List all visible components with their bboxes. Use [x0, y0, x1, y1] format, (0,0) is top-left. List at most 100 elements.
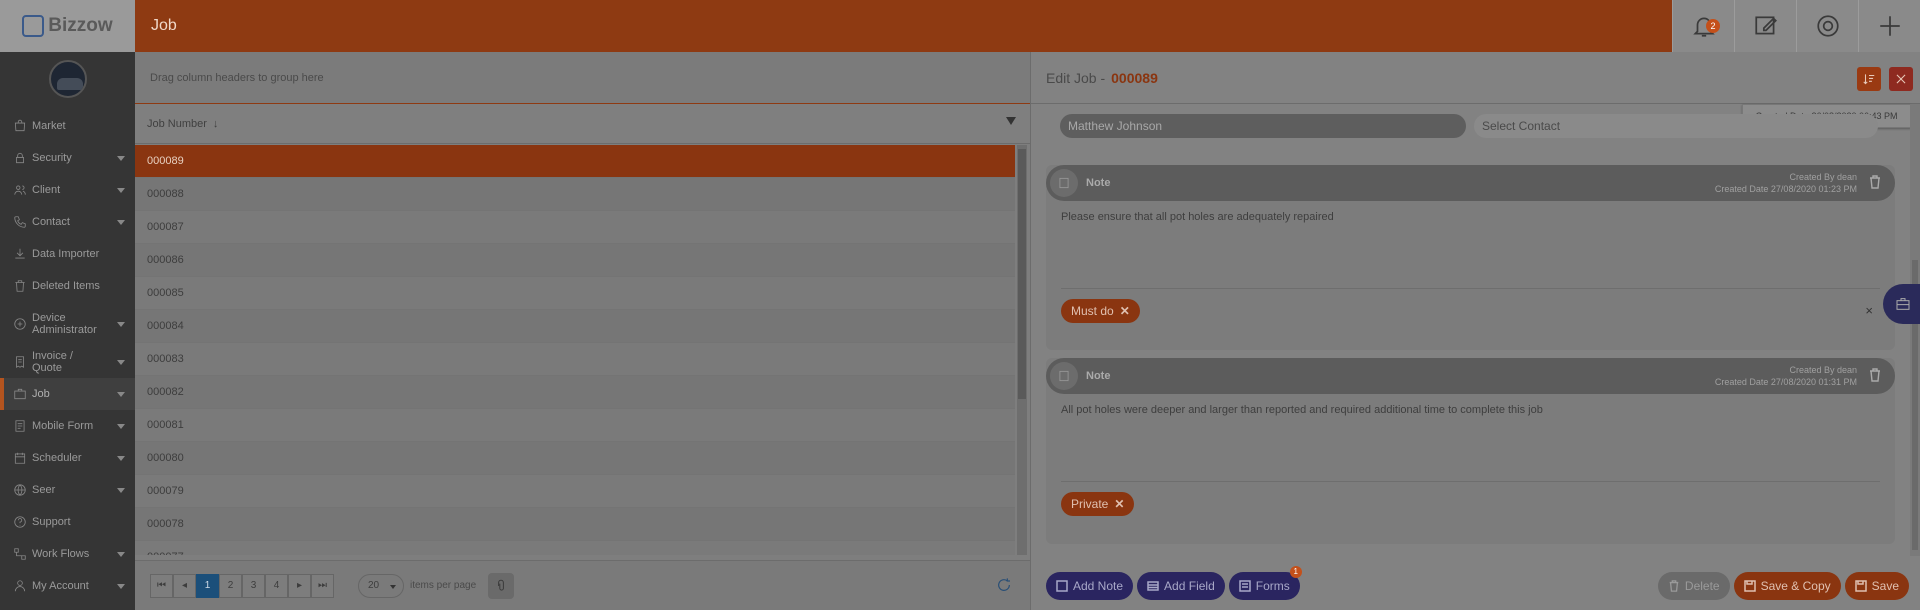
sidebar-item-seer[interactable]: Seer: [0, 474, 135, 506]
table-row[interactable]: 000084: [135, 310, 1015, 343]
table-row[interactable]: 000080: [135, 442, 1015, 475]
note-checkbox[interactable]: [1050, 362, 1078, 390]
sidebar-item-security[interactable]: Security: [0, 142, 135, 174]
remove-tag-icon[interactable]: ✕: [1120, 299, 1130, 323]
note-icon: [1059, 370, 1069, 382]
sidebar-item-mobile-form[interactable]: Mobile Form: [0, 410, 135, 442]
note-tags: Private ✕: [1046, 482, 1895, 526]
grid-scrollbar[interactable]: [1017, 145, 1027, 555]
sort-button[interactable]: [1857, 67, 1881, 91]
sidebar-item-job[interactable]: Job: [0, 378, 135, 410]
page-size-select[interactable]: 20: [358, 573, 404, 598]
chevron-down-icon[interactable]: [117, 456, 125, 461]
page-button[interactable]: 1: [196, 573, 219, 598]
page-button[interactable]: 4: [265, 573, 288, 598]
chevron-down-icon[interactable]: [117, 552, 125, 557]
chevron-down-icon[interactable]: [117, 424, 125, 429]
note-text-area[interactable]: Please ensure that all pot holes are ade…: [1061, 211, 1880, 289]
lock-icon: [12, 150, 28, 166]
filter-icon[interactable]: [1006, 117, 1016, 125]
tag-label: Must do: [1071, 304, 1114, 318]
sidebar-item-deleted-items[interactable]: Deleted Items: [0, 270, 135, 302]
save-button[interactable]: Save: [1844, 572, 1909, 600]
refresh-button[interactable]: [996, 577, 1012, 593]
sidebar-item-label: Mobile Form: [32, 420, 94, 432]
table-row[interactable]: 000085: [135, 277, 1015, 310]
tag-chip[interactable]: Private ✕: [1061, 492, 1135, 516]
table-row[interactable]: 000088: [135, 178, 1015, 211]
sidebar-item-label: Work Flows: [32, 548, 90, 560]
page-button[interactable]: 2: [219, 573, 242, 598]
top-bar-actions: 2: [1672, 0, 1920, 52]
bag-icon: [12, 118, 28, 134]
note-created-date: Created Date 27/08/2020 01:23 PM: [1714, 184, 1857, 194]
table-row[interactable]: 000089: [135, 145, 1015, 178]
table-row[interactable]: 000086: [135, 244, 1015, 277]
scrollbar-thumb[interactable]: [1018, 149, 1026, 399]
note-checkbox[interactable]: [1050, 169, 1078, 197]
close-panel-button[interactable]: [1889, 67, 1913, 91]
sidebar-item-work-flows[interactable]: Work Flows: [0, 538, 135, 570]
sidebar-item-client[interactable]: Client: [0, 174, 135, 206]
help-button[interactable]: [1796, 0, 1858, 52]
page-button[interactable]: 3: [242, 573, 265, 598]
delete-note-button[interactable]: [1869, 175, 1881, 189]
last-page-button[interactable]: ⏭: [311, 573, 334, 598]
panel-scrollbar[interactable]: [1910, 104, 1920, 556]
chevron-down-icon[interactable]: [117, 188, 125, 193]
add-field-label: Add Field: [1164, 579, 1215, 593]
add-button[interactable]: [1858, 0, 1920, 52]
next-page-button[interactable]: ▸: [288, 573, 311, 598]
table-row[interactable]: 000087: [135, 211, 1015, 244]
note-label: Note: [1086, 177, 1111, 189]
table-row[interactable]: 000082: [135, 376, 1015, 409]
clear-tags-button[interactable]: ×: [1865, 303, 1873, 318]
sidebar-item-support[interactable]: Support: [0, 506, 135, 538]
table-row[interactable]: 000083: [135, 343, 1015, 376]
sidebar-item-invoice-quote[interactable]: Invoice / Quote: [0, 346, 135, 378]
contact-name-field[interactable]: Matthew Johnson: [1060, 114, 1466, 138]
sidebar-item-device-administrator[interactable]: Device Administrator: [0, 302, 135, 346]
chevron-down-icon[interactable]: [117, 488, 125, 493]
app-logo[interactable]: Bizzow: [0, 0, 135, 52]
chevron-down-icon[interactable]: [117, 360, 125, 365]
sidebar-item-my-account[interactable]: My Account: [0, 570, 135, 602]
note-text-area[interactable]: All pot holes were deeper and larger tha…: [1061, 404, 1880, 482]
group-drop-zone[interactable]: Drag column headers to group here: [135, 52, 1030, 104]
page-size-label: items per page: [410, 580, 477, 591]
chevron-down-icon[interactable]: [117, 220, 125, 225]
attachment-button[interactable]: [488, 572, 515, 599]
edit-button[interactable]: [1734, 0, 1796, 52]
table-row[interactable]: 000079: [135, 475, 1015, 508]
sidebar-item-contact[interactable]: Contact: [0, 206, 135, 238]
sidebar-item-market[interactable]: Market: [0, 110, 135, 142]
notifications-button[interactable]: 2: [1672, 0, 1734, 52]
sidebar-item-scheduler[interactable]: Scheduler: [0, 442, 135, 474]
remove-tag-icon[interactable]: ✕: [1114, 492, 1124, 516]
prev-page-button[interactable]: ◂: [173, 573, 196, 598]
sidebar-item-data-importer[interactable]: Data Importer: [0, 238, 135, 270]
add-field-button[interactable]: Add Field: [1137, 572, 1225, 600]
chevron-down-icon[interactable]: [117, 156, 125, 161]
chevron-down-icon[interactable]: [117, 392, 125, 397]
first-page-button[interactable]: ⏮: [150, 573, 173, 598]
delete-button[interactable]: Delete: [1657, 572, 1730, 600]
chevron-down-icon[interactable]: [117, 322, 125, 327]
toolbox-button[interactable]: [1883, 284, 1920, 324]
delete-note-button[interactable]: [1869, 368, 1881, 382]
refresh-icon: [998, 578, 1010, 591]
avatar[interactable]: [48, 60, 87, 98]
column-header-job-number[interactable]: Job Number ↓: [135, 104, 1030, 144]
save-copy-button[interactable]: Save & Copy: [1733, 572, 1841, 600]
forms-button[interactable]: Forms 1: [1228, 566, 1302, 600]
chevron-down-icon[interactable]: [117, 584, 125, 589]
table-row[interactable]: 000081: [135, 409, 1015, 442]
edit-job-panel: Edit Job - 000089 Created Date 26/08/202…: [1030, 52, 1920, 610]
tag-chip[interactable]: Must do ✕: [1061, 299, 1140, 323]
table-row[interactable]: 000078: [135, 508, 1015, 541]
delete-label: Delete: [1684, 579, 1720, 593]
briefcase-icon: [1896, 298, 1910, 310]
select-contact-dropdown[interactable]: Select Contact: [1474, 114, 1878, 138]
add-note-button[interactable]: Add Note: [1046, 572, 1134, 600]
table-row[interactable]: 000077: [135, 541, 1015, 555]
